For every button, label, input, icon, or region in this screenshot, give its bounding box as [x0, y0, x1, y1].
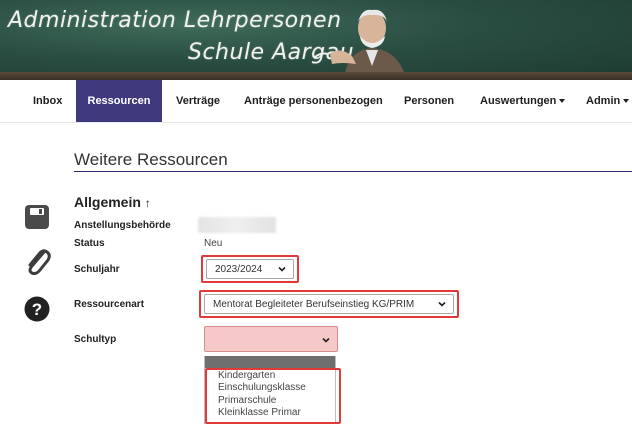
nav-antraege-personenbezogen[interactable]: Anträge personenbezogen [244, 80, 383, 122]
ressourcenart-label: Ressourcenart [74, 299, 145, 310]
chevron-down-icon [559, 99, 566, 104]
status-value: Neu [204, 238, 223, 249]
app-title: Administration Lehrpersonen [8, 8, 342, 33]
nav-inbox[interactable]: Inbox [33, 80, 62, 122]
nav-admin-label: Admin [586, 95, 621, 107]
nav-auswertungen-label: Auswertungen [480, 95, 557, 107]
chevron-down-icon [322, 337, 330, 343]
nav-vertraege[interactable]: Verträge [176, 80, 220, 122]
main-nav: Inbox Ressourcen Verträge Anträge person… [0, 80, 632, 123]
schultyp-options-highlight [205, 368, 341, 424]
chevron-down-icon [623, 99, 630, 104]
nav-admin[interactable]: Admin [586, 80, 630, 122]
page-title: Weitere Ressourcen [74, 150, 228, 169]
svg-text:?: ? [32, 300, 42, 319]
dropdown-header-bar [205, 356, 335, 368]
status-label: Status [74, 238, 105, 249]
section-title: Allgemein [74, 194, 141, 210]
schultyp-select[interactable] [204, 326, 338, 352]
schuljahr-highlight [201, 255, 299, 283]
nav-ressourcen[interactable]: Ressourcen [76, 80, 162, 122]
question-circle-icon[interactable]: ? [24, 296, 50, 322]
chalk-tray [0, 72, 632, 80]
schuljahr-label: Schuljahr [74, 264, 120, 275]
ressourcenart-highlight [199, 290, 459, 318]
teacher-illustration [313, 9, 406, 78]
nav-auswertungen[interactable]: Auswertungen [480, 80, 566, 122]
header-banner: Administration Lehrpersonen Schule Aarga… [0, 0, 632, 80]
section-allgemein[interactable]: Allgemein ↑ [74, 194, 151, 210]
schultyp-label: Schultyp [74, 334, 117, 345]
floppy-disk-icon[interactable] [24, 204, 50, 230]
paperclip-icon[interactable] [24, 246, 52, 276]
anstellungsbehoerde-value-redacted [198, 217, 276, 233]
nav-personen[interactable]: Personen [404, 80, 454, 122]
sort-up-arrow-icon: ↑ [144, 196, 151, 210]
title-divider [74, 171, 632, 172]
anstellungsbehoerde-label: Anstellungsbehörde [74, 220, 171, 231]
